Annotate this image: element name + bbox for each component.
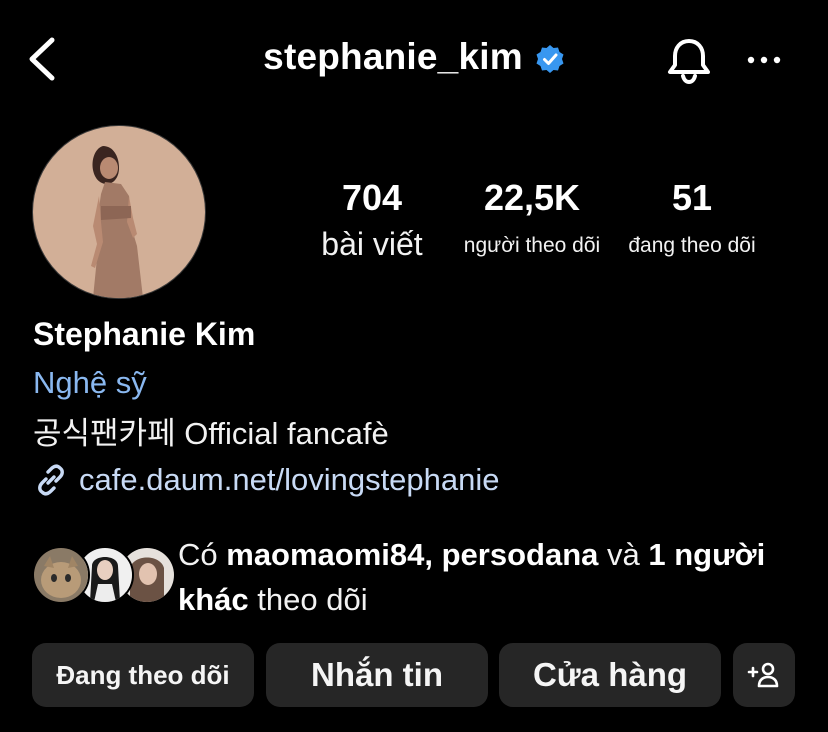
posts-label: bài viết: [321, 226, 423, 262]
notifications-button[interactable]: [664, 36, 714, 85]
followed-suffix: theo dõi: [248, 582, 368, 617]
profile-page: stephanie_kim 704 bài viết 22,5K người t…: [0, 0, 828, 732]
followers-label: người theo dõi: [463, 234, 601, 257]
followed-prefix: Có: [178, 537, 227, 572]
stat-posts[interactable]: 704 bài viết: [308, 177, 436, 262]
mutual-avatar-1: [32, 546, 90, 604]
stat-followers[interactable]: 22,5K người theo dõi: [456, 177, 608, 257]
link-icon: [38, 464, 64, 496]
shop-button[interactable]: Cửa hàng: [499, 643, 721, 707]
suggest-users-button[interactable]: [733, 643, 795, 707]
profile-avatar[interactable]: [33, 126, 205, 298]
following-label: đang theo dõi: [628, 234, 756, 257]
bell-icon: [668, 39, 710, 85]
bio-link-text: cafe.daum.net/lovingstephanie: [79, 462, 500, 497]
mutual-followers-avatars[interactable]: [32, 546, 176, 604]
avatar-image: [33, 126, 205, 298]
username: stephanie_kim: [263, 36, 523, 77]
followed-users: maomaomi84, persodana: [226, 537, 599, 572]
more-options-button[interactable]: [744, 50, 784, 70]
mutual-followers-text[interactable]: Có maomaomi84, persodana và 1 người khác…: [178, 532, 778, 622]
message-button[interactable]: Nhắn tin: [266, 643, 488, 707]
stat-following[interactable]: 51 đang theo dõi: [616, 177, 768, 257]
following-button[interactable]: Đang theo dõi: [32, 643, 254, 707]
bio-text: 공식팬카페 Official fancafè: [33, 416, 389, 451]
verified-badge-icon: [536, 45, 564, 73]
followed-connector: và: [598, 537, 649, 572]
bio-link[interactable]: cafe.daum.net/lovingstephanie: [33, 462, 500, 498]
add-person-icon: [747, 662, 779, 688]
following-count: 51: [671, 177, 713, 218]
profile-category: Nghệ sỹ: [33, 365, 147, 400]
display-name: Stephanie Kim: [33, 316, 256, 352]
posts-count: 704: [341, 177, 403, 218]
followers-count: 22,5K: [483, 177, 581, 218]
more-horizontal-icon: [747, 56, 781, 64]
